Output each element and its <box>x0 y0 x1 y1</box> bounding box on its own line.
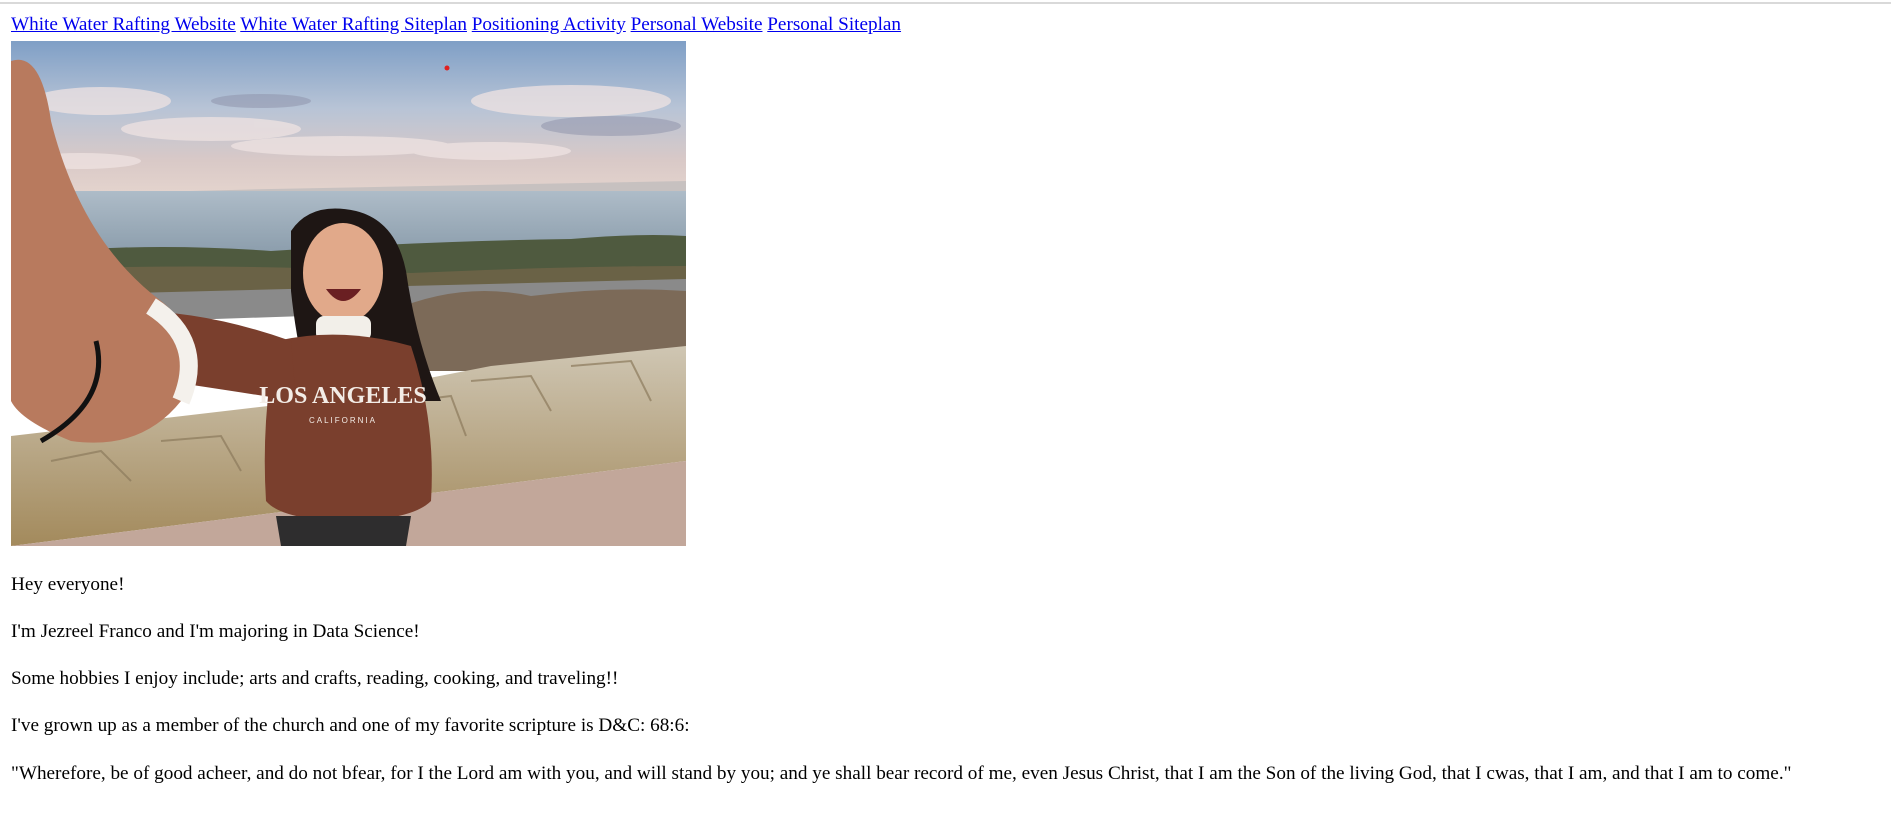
nav-link-personal-siteplan[interactable]: Personal Siteplan <box>767 14 901 35</box>
greeting-text: Hey everyone! <box>11 574 125 595</box>
scripture-intro-text: I've grown up as a member of the church … <box>11 715 690 736</box>
top-border <box>0 2 1891 4</box>
nav-link-personal-website[interactable]: Personal Website <box>631 14 763 35</box>
intro-text: I'm Jezreel Franco and I'm majoring in D… <box>11 621 420 642</box>
nav-link-rafting-siteplan[interactable]: White Water Rafting Siteplan <box>240 14 467 35</box>
bio-content: Hey everyone! I'm Jezreel Franco and I'm… <box>11 573 1886 786</box>
hobbies-text: Some hobbies I enjoy include; arts and c… <box>11 668 619 689</box>
nav-link-rafting-website[interactable]: White Water Rafting Website <box>11 14 236 35</box>
sweatshirt-subtext: CALIFORNIA <box>309 416 377 425</box>
sweatshirt-text: LOS ANGELES <box>259 383 426 409</box>
top-nav: White Water Rafting Website White Water … <box>11 13 901 37</box>
nav-link-positioning-activity[interactable]: Positioning Activity <box>472 14 626 35</box>
scripture-quote: "Wherefore, be of good acheer, and do no… <box>11 763 1792 784</box>
profile-photo: LOS ANGELES CALIFORNIA <box>11 41 686 546</box>
